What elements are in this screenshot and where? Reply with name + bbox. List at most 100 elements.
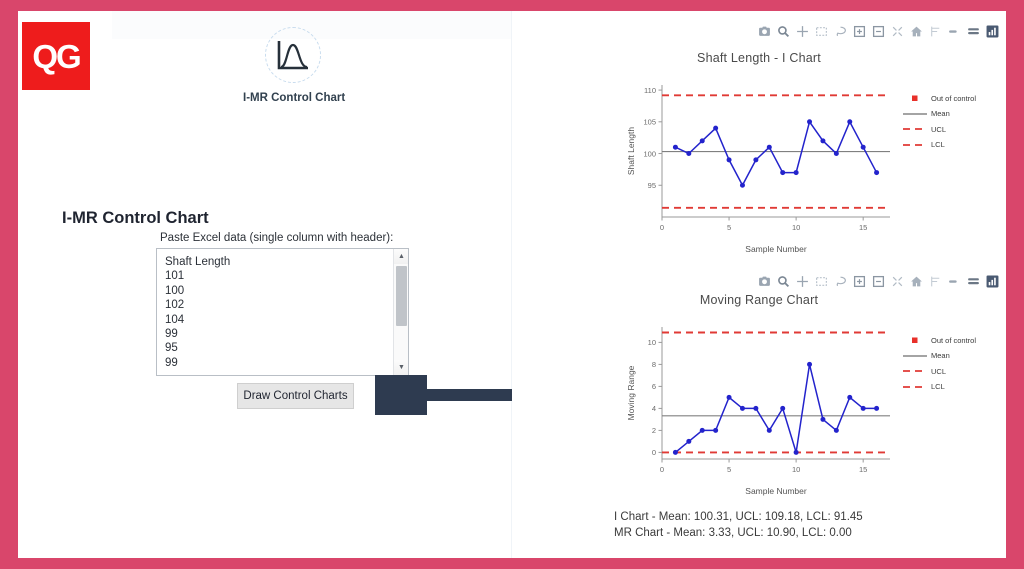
svg-text:4: 4 <box>652 404 656 413</box>
plotly-logo-icon[interactable] <box>986 275 999 288</box>
svg-text:Shaft Length: Shaft Length <box>626 127 636 175</box>
zoom-icon[interactable] <box>777 275 790 288</box>
svg-text:15: 15 <box>859 223 867 232</box>
summary-ichart-line: I Chart - Mean: 100.31, UCL: 109.18, LCL… <box>614 511 863 523</box>
box-select-icon[interactable] <box>815 275 828 288</box>
summary-mrchart-line: MR Chart - Mean: 3.33, UCL: 10.90, LCL: … <box>614 527 852 539</box>
zoom-icon[interactable] <box>777 25 790 38</box>
app-window-panel: QG I-MR Control Chart I-MR Control Chart… <box>18 11 573 558</box>
svg-text:Sample Number: Sample Number <box>745 486 807 496</box>
svg-text:6: 6 <box>652 382 656 391</box>
lasso-select-icon[interactable] <box>834 275 847 288</box>
ichart-legend: Out of control Mean UCL LCL <box>902 92 976 154</box>
hover-compare-icon[interactable] <box>948 25 961 38</box>
svg-text:8: 8 <box>652 360 656 369</box>
mrchart-plot-area[interactable]: 0 2 4 6 8 10 0 5 10 15 Sample Number Moving Range <box>622 319 897 504</box>
legend-item[interactable]: UCL <box>902 365 976 377</box>
legend-key-swatch <box>912 337 918 343</box>
toggle-spike-lines-icon[interactable] <box>929 275 942 288</box>
toggle-spike-lines-icon[interactable] <box>929 25 942 38</box>
ichart-title: Shaft Length - I Chart <box>697 51 821 65</box>
paste-data-label: Paste Excel data (single column with hea… <box>160 232 394 244</box>
svg-text:Moving Range: Moving Range <box>626 365 636 420</box>
autoscale-icon[interactable] <box>891 25 904 38</box>
svg-text:10: 10 <box>792 465 800 474</box>
zoom-out-icon[interactable] <box>872 275 885 288</box>
legend-item-label: UCL <box>931 366 947 376</box>
svg-text:5: 5 <box>727 465 731 474</box>
legend-key-swatch <box>903 112 927 115</box>
hover-compare-icon[interactable] <box>948 275 961 288</box>
legend-item-label: Mean <box>931 109 950 118</box>
legend-item-label: LCL <box>931 382 945 391</box>
draw-control-charts-button[interactable]: Draw Control Charts <box>237 383 354 409</box>
zoom-in-icon[interactable] <box>853 25 866 38</box>
qg-logo-text: QG <box>32 37 81 75</box>
legend-key-swatch <box>903 370 927 372</box>
legend-item[interactable]: Out of control <box>902 92 976 104</box>
results-pane: Shaft Length - I Chart 95 100 105 110 0 5 10 15… <box>512 11 1006 558</box>
legend-item-label: Mean <box>931 351 950 360</box>
legend-item[interactable]: LCL <box>902 139 976 151</box>
reset-axes-icon[interactable] <box>910 25 923 38</box>
svg-text:105: 105 <box>643 118 656 127</box>
svg-text:95: 95 <box>648 181 656 190</box>
lasso-select-icon[interactable] <box>834 25 847 38</box>
legend-key-swatch <box>903 354 927 357</box>
zoom-in-icon[interactable] <box>853 275 866 288</box>
pan-icon[interactable] <box>796 275 809 288</box>
camera-icon[interactable] <box>758 275 771 288</box>
svg-text:10: 10 <box>792 223 800 232</box>
legend-key-swatch <box>903 143 927 146</box>
legend-item[interactable]: Mean <box>902 350 976 362</box>
page-title: I-MR Control Chart <box>62 209 209 227</box>
app-icon-caption: I-MR Control Chart <box>243 92 346 104</box>
legend-key-swatch <box>903 128 927 130</box>
scroll-up-arrow-icon[interactable]: ▲ <box>394 249 408 264</box>
paste-data-textarea[interactable]: Shaft Length 101 100 102 104 99 95 99 ▲ … <box>156 248 409 376</box>
svg-text:0: 0 <box>660 223 664 232</box>
legend-item-label: UCL <box>931 124 947 134</box>
box-select-icon[interactable] <box>815 25 828 38</box>
qg-brand-logo: QG <box>22 22 90 90</box>
svg-text:0: 0 <box>660 465 664 474</box>
svg-text:10: 10 <box>648 338 656 347</box>
camera-icon[interactable] <box>758 25 771 38</box>
svg-text:0: 0 <box>652 448 656 457</box>
pan-icon[interactable] <box>796 25 809 38</box>
ichart-modebar[interactable] <box>758 23 999 39</box>
hover-closest-icon[interactable] <box>967 25 980 38</box>
legend-item[interactable]: Out of control <box>902 334 976 346</box>
legend-item-label: LCL <box>931 140 945 149</box>
page-canvas: QG I-MR Control Chart I-MR Control Chart… <box>18 11 1006 558</box>
legend-item-label: Out of control <box>931 93 977 103</box>
zoom-out-icon[interactable] <box>872 25 885 38</box>
legend-item[interactable]: LCL <box>902 381 976 393</box>
app-icon-block: I-MR Control Chart <box>243 27 346 104</box>
scrollbar-thumb[interactable] <box>396 266 407 326</box>
legend-item-label: Out of control <box>931 335 977 345</box>
mrchart-legend: Out of control Mean UCL LCL <box>902 334 976 396</box>
paste-data-textarea-value: Shaft Length 101 100 102 104 99 95 99 <box>165 256 231 369</box>
svg-text:2: 2 <box>652 426 656 435</box>
autoscale-icon[interactable] <box>891 275 904 288</box>
svg-text:15: 15 <box>859 465 867 474</box>
svg-text:Sample Number: Sample Number <box>745 244 807 254</box>
reset-axes-icon[interactable] <box>910 275 923 288</box>
svg-text:100: 100 <box>643 149 656 158</box>
control-limits-summary: I Chart - Mean: 100.31, UCL: 109.18, LCL… <box>614 509 863 541</box>
legend-item[interactable]: Mean <box>902 108 976 120</box>
decorative-frame-border: QG I-MR Control Chart I-MR Control Chart… <box>0 0 1024 569</box>
mrchart-modebar[interactable] <box>758 273 999 289</box>
legend-item[interactable]: UCL <box>902 123 976 135</box>
hover-closest-icon[interactable] <box>967 275 980 288</box>
ichart-plot-area[interactable]: 95 100 105 110 0 5 10 15 Sample Number Shaft Leng… <box>622 77 897 262</box>
bell-curve-icon <box>265 27 321 83</box>
legend-key-swatch <box>903 385 927 388</box>
legend-key-swatch <box>912 95 918 101</box>
plotly-logo-icon[interactable] <box>986 25 999 38</box>
svg-text:110: 110 <box>644 86 656 95</box>
svg-text:5: 5 <box>727 223 731 232</box>
textarea-scrollbar[interactable]: ▲ ▼ <box>393 249 408 375</box>
mrchart-title: Moving Range Chart <box>699 293 819 307</box>
